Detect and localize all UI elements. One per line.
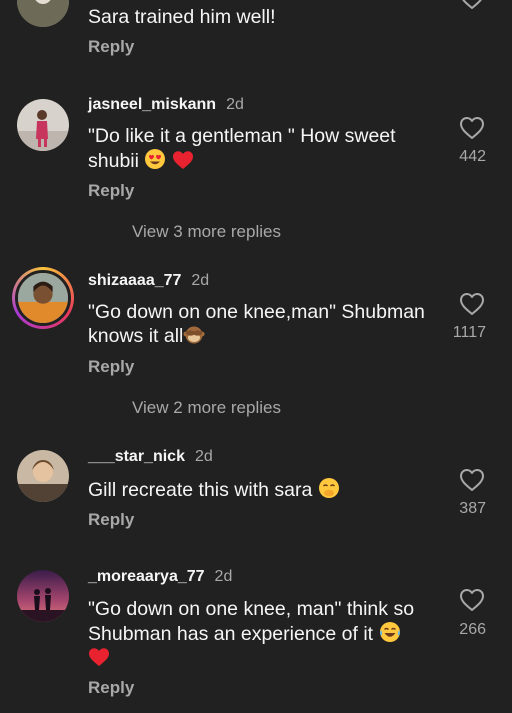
heart-outline-icon	[460, 469, 484, 491]
like-button[interactable]	[459, 116, 487, 142]
comment-header: ___star_nick 2d	[88, 447, 213, 467]
username[interactable]: jasneel_miskann	[88, 96, 216, 113]
avatar[interactable]	[12, 267, 74, 329]
comment-text: "Do like it a gentleman " How sweet shub…	[88, 125, 396, 172]
username[interactable]: ___star_nick	[88, 448, 185, 465]
timestamp: 2d	[214, 568, 233, 585]
like-count: 1117	[452, 324, 486, 341]
like-count: 266	[459, 621, 486, 638]
reply-button[interactable]: Reply	[88, 181, 134, 201]
heart-eyes-emoji	[144, 148, 166, 170]
comment-text: Gill recreate this with sara	[88, 477, 428, 502]
avatar[interactable]	[17, 0, 69, 27]
like-count: 442	[459, 148, 486, 165]
reply-button[interactable]: Reply	[88, 357, 134, 377]
like-button[interactable]	[459, 588, 487, 614]
username[interactable]: _moreaarya_77	[88, 568, 205, 585]
like-button[interactable]	[459, 292, 487, 318]
like-button[interactable]	[459, 468, 487, 494]
smiling-face-with-hand-over-mouth-emoji	[318, 477, 340, 499]
reply-button[interactable]: Reply	[88, 678, 134, 698]
heart-outline-icon	[460, 117, 484, 139]
heart-outline-icon	[462, 0, 482, 9]
view-more-replies-link[interactable]: View 3 more replies	[132, 222, 281, 242]
username[interactable]: shizaaaa_77	[88, 272, 181, 289]
reply-button[interactable]: Reply	[88, 37, 134, 57]
avatar[interactable]	[17, 450, 69, 502]
tears-of-joy-emoji	[379, 621, 401, 643]
comment-header: jasneel_miskann 2d	[88, 95, 244, 115]
comment-header: shizaaaa_77 2d	[88, 271, 209, 291]
heart-outline-icon	[460, 293, 484, 315]
like-button[interactable]	[459, 0, 487, 12]
heart-outline-icon	[460, 589, 484, 611]
reply-button[interactable]: Reply	[88, 510, 134, 530]
timestamp: 2d	[194, 448, 213, 465]
comment-text: "Go down on one knee, man" think so Shub…	[88, 597, 424, 670]
like-count: 387	[459, 500, 486, 517]
view-more-replies-link[interactable]: View 2 more replies	[132, 398, 281, 418]
timestamp: 2d	[191, 272, 210, 289]
comment-text: "Go down on one knee,man" Shubman knows …	[88, 301, 425, 347]
avatar[interactable]	[17, 570, 69, 622]
comment-header: _moreaarya_77 2d	[88, 567, 232, 587]
see-no-evil-monkey-emoji	[183, 325, 205, 345]
red-heart-emoji	[172, 150, 194, 170]
avatar[interactable]	[17, 99, 69, 151]
timestamp: 2d	[226, 96, 244, 113]
red-heart-emoji	[88, 647, 110, 667]
comment-text: Sara trained him well!	[88, 6, 276, 28]
